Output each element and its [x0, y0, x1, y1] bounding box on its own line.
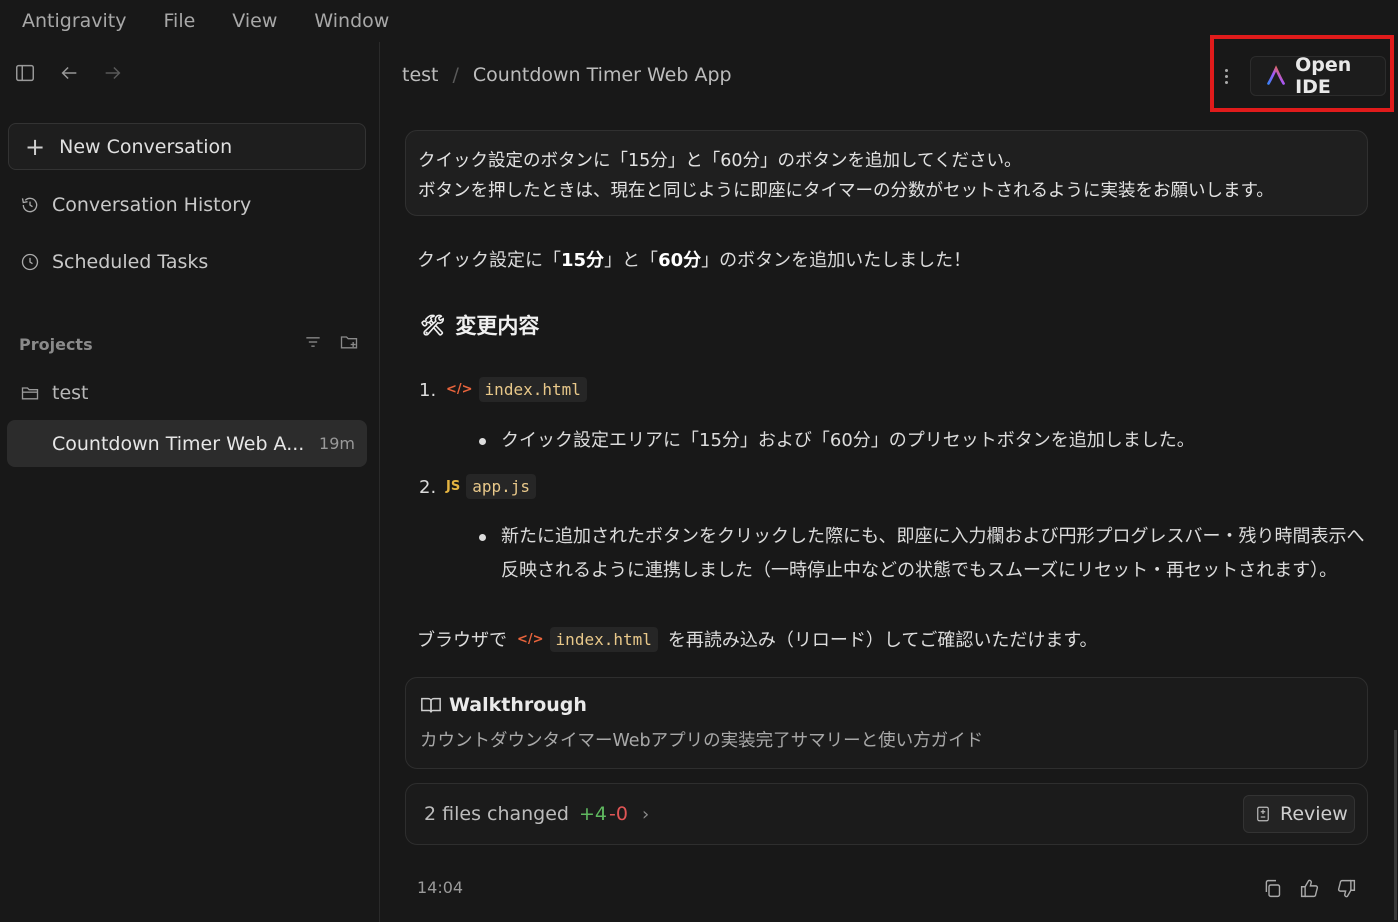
breadcrumb-title: Countdown Timer Web App — [472, 64, 732, 86]
menu-file[interactable]: File — [164, 10, 196, 32]
changes-heading: 🛠 変更内容 — [420, 310, 539, 340]
user-message-line: クイック設定のボタンに「15分」と「60分」のボタンを追加してください。 — [418, 151, 1022, 171]
list-number: 2. — [419, 477, 437, 498]
list-item: クイック設定エリアに「15分」および「60分」のプリセットボタンを追加しました。 — [479, 424, 1195, 458]
file-name: index.html — [478, 377, 587, 402]
js-file-icon: JS — [446, 479, 461, 494]
menu-antigravity[interactable]: Antigravity — [22, 10, 127, 32]
walkthrough-card[interactable]: Walkthrough カウントダウンタイマーWebアプリの実装完了サマリーと使… — [405, 677, 1368, 769]
conversation-item-active[interactable]: Countdown Timer Web A... 19m — [7, 420, 367, 467]
breadcrumb: test / Countdown Timer Web App — [402, 64, 732, 86]
message-timestamp: 14:04 — [417, 878, 464, 897]
bullet-dot — [479, 534, 486, 541]
project-test[interactable]: test — [20, 382, 89, 404]
message-actions — [1262, 878, 1357, 903]
file-name: index.html — [549, 626, 658, 652]
changes-heading-text: 変更内容 — [455, 314, 540, 338]
filter-icon[interactable] — [303, 332, 323, 356]
conversation-history-label: Conversation History — [52, 194, 252, 216]
conversation-history-item[interactable]: Conversation History — [20, 194, 251, 216]
file-link-index-html[interactable]: </> index.html — [446, 377, 587, 402]
conversation-time: 19m — [319, 434, 355, 453]
list-item: 新たに追加されたボタンをクリックした際にも、即座に入力欄および円形プログレスバー… — [479, 520, 1364, 588]
new-conversation-label: New Conversation — [59, 135, 233, 158]
assistant-answer: クイック設定に「15分」と「60分」のボタンを追加いたしました！ — [417, 250, 972, 271]
sidebar: + New Conversation Conversation History … — [0, 42, 380, 922]
html-file-icon: </> — [446, 382, 473, 397]
antigravity-logo-icon — [1267, 65, 1285, 85]
file-name: app.js — [466, 474, 536, 499]
projects-header: Projects — [19, 332, 359, 356]
sidebar-toggle-icon[interactable] — [14, 62, 36, 88]
project-name: test — [52, 382, 89, 404]
thumbs-up-icon[interactable] — [1299, 878, 1320, 903]
clock-icon — [21, 253, 39, 271]
open-ide-label: Open IDE — [1295, 54, 1352, 98]
walkthrough-title: Walkthrough — [449, 694, 587, 716]
back-arrow-icon[interactable] — [58, 62, 80, 88]
scrollbar-thumb[interactable] — [1394, 730, 1397, 920]
new-conversation-button[interactable]: + New Conversation — [8, 123, 366, 170]
list-number: 1. — [419, 380, 437, 401]
folder-icon — [21, 387, 39, 400]
review-icon — [1257, 806, 1269, 822]
history-icon — [21, 197, 38, 213]
walkthrough-description: カウントダウンタイマーWebアプリの実装完了サマリーと使い方ガイド — [420, 731, 984, 751]
plus-icon: + — [25, 132, 46, 161]
html-file-icon: </> — [517, 631, 544, 647]
menu-bar: Antigravity File View Window — [0, 0, 1398, 42]
lines-removed: -0 — [609, 803, 628, 825]
scheduled-tasks-item[interactable]: Scheduled Tasks — [20, 251, 208, 273]
chevron-right-icon[interactable]: › — [642, 804, 649, 825]
reload-instruction: ブラウザで </> index.html を再読み込み（リロード）してご確認いた… — [417, 626, 1098, 652]
open-ide-button[interactable]: Open IDE — [1250, 54, 1386, 98]
files-changed-label: 2 files changed — [424, 803, 569, 825]
files-changed-bar[interactable]: 2 files changed +4 -0 › Review — [405, 783, 1368, 845]
forward-arrow-icon[interactable] — [102, 62, 124, 88]
lines-added: +4 — [579, 803, 608, 825]
breadcrumb-project[interactable]: test — [402, 64, 439, 86]
file-link-index-html[interactable]: </> index.html — [517, 626, 658, 652]
review-label: Review — [1280, 803, 1348, 825]
thumbs-down-icon[interactable] — [1336, 878, 1357, 903]
conversation-title: Countdown Timer Web A... — [52, 432, 305, 455]
more-options-icon[interactable] — [1217, 62, 1235, 90]
menu-window[interactable]: Window — [314, 10, 389, 32]
breadcrumb-separator: / — [452, 64, 459, 86]
copy-icon[interactable] — [1262, 878, 1283, 903]
bullet-dot — [479, 438, 486, 445]
review-button[interactable]: Review — [1243, 795, 1355, 833]
user-message: クイック設定のボタンに「15分」と「60分」のボタンを追加してください。 ボタン… — [405, 130, 1368, 216]
menu-view[interactable]: View — [232, 10, 277, 32]
user-message-line: ボタンを押したときは、現在と同じように即座にタイマーの分数がセットされるように実… — [418, 181, 1274, 201]
new-folder-icon[interactable] — [339, 332, 359, 356]
book-icon — [421, 697, 441, 713]
file-link-app-js[interactable]: JS app.js — [446, 474, 536, 499]
tools-icon: 🛠 — [420, 313, 446, 337]
scheduled-tasks-label: Scheduled Tasks — [52, 251, 209, 273]
projects-label: Projects — [19, 334, 93, 354]
sidebar-toolbar — [14, 62, 124, 88]
